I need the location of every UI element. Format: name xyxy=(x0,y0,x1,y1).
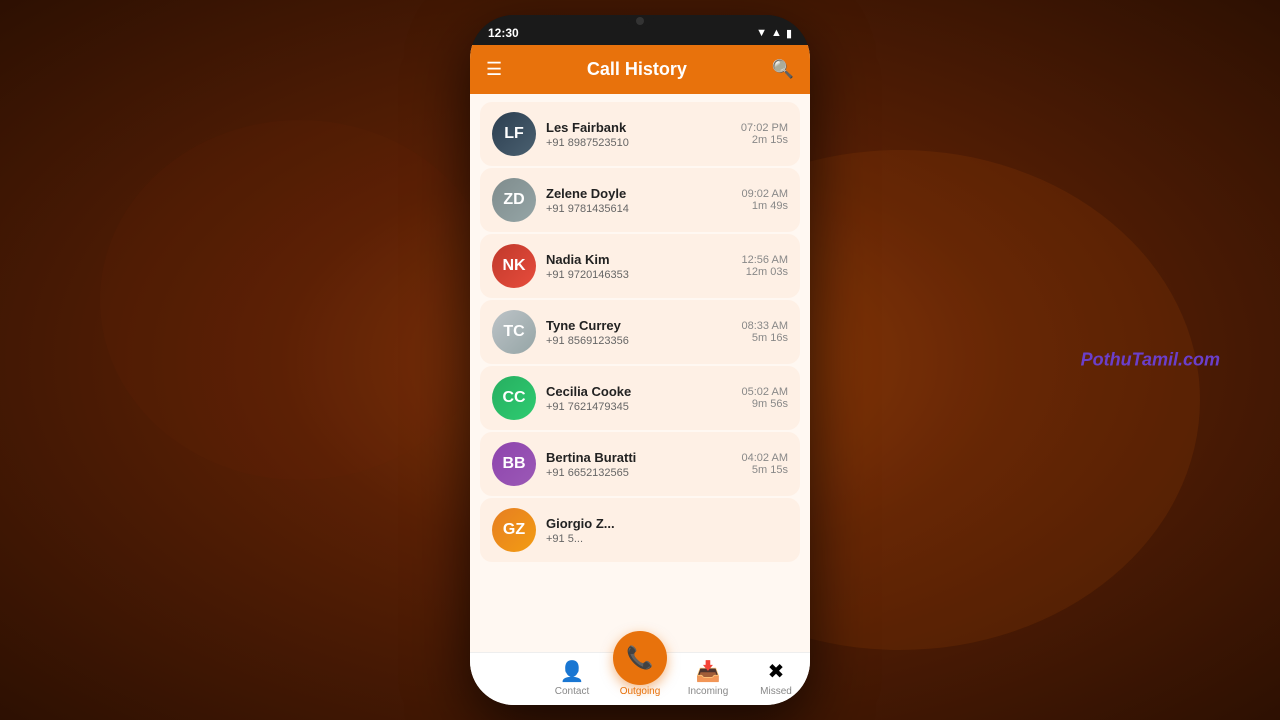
call-item[interactable]: TC Tyne Currey +91 8569123356 08:33 AM 5… xyxy=(480,300,800,364)
caller-number: +91 5... xyxy=(546,533,778,545)
app-header: ☰ Call History 🔍 xyxy=(470,45,810,94)
caller-name: Les Fairbank xyxy=(546,120,731,135)
caller-name: Bertina Buratti xyxy=(546,450,732,465)
call-duration: 12m 03s xyxy=(742,266,788,278)
page-title: Call History xyxy=(587,59,687,80)
call-item[interactable]: GZ Giorgio Z... +91 5... xyxy=(480,498,800,562)
call-meta: 09:02 AM 1m 49s xyxy=(742,188,788,212)
call-time: 04:02 AM xyxy=(742,452,788,464)
nav-item-incoming[interactable]: 📥 Incoming xyxy=(674,659,742,697)
signal-icon: ▲ xyxy=(771,27,782,39)
camera-dot xyxy=(636,17,644,25)
avatar-initials: LF xyxy=(492,112,536,156)
caller-name: Cecilia Cooke xyxy=(546,384,732,399)
avatar-initials: CC xyxy=(492,376,536,420)
caller-name: Tyne Currey xyxy=(546,318,732,333)
call-time: 05:02 AM xyxy=(742,386,788,398)
incoming-nav-icon: 📥 xyxy=(696,659,721,684)
contact-nav-icon: 👤 xyxy=(560,659,585,684)
call-duration: 2m 15s xyxy=(741,134,788,146)
status-icons: ▼ ▲ ▮ xyxy=(756,27,792,40)
outgoing-nav-label: Outgoing xyxy=(620,686,661,697)
caller-number: +91 7621479345 xyxy=(546,401,732,413)
call-item[interactable]: CC Cecilia Cooke +91 7621479345 05:02 AM… xyxy=(480,366,800,430)
app-content: ☰ Call History 🔍 LF Les Fairbank +91 898… xyxy=(470,45,810,705)
avatar: GZ xyxy=(492,508,536,552)
call-time: 09:02 AM xyxy=(742,188,788,200)
avatar: LF xyxy=(492,112,536,156)
watermark: PothuTamil.com xyxy=(1081,350,1220,371)
call-info: Giorgio Z... +91 5... xyxy=(546,516,778,545)
call-item[interactable]: ZD Zelene Doyle +91 9781435614 09:02 AM … xyxy=(480,168,800,232)
call-time: 07:02 PM xyxy=(741,122,788,134)
notch xyxy=(626,15,654,27)
call-info: Nadia Kim +91 9720146353 xyxy=(546,252,732,281)
call-meta: 05:02 AM 9m 56s xyxy=(742,386,788,410)
call-info: Tyne Currey +91 8569123356 xyxy=(546,318,732,347)
call-list: LF Les Fairbank +91 8987523510 07:02 PM … xyxy=(470,94,810,652)
avatar-initials: NK xyxy=(492,244,536,288)
caller-number: +91 9720146353 xyxy=(546,269,732,281)
missed-nav-icon: ✖ xyxy=(768,659,785,684)
call-meta: 04:02 AM 5m 15s xyxy=(742,452,788,476)
search-icon[interactable]: 🔍 xyxy=(772,59,794,80)
bottom-nav: 📞 👤 Contact 📤 Outgoing 📥 Incoming ✖ Miss… xyxy=(470,652,810,705)
caller-number: +91 8987523510 xyxy=(546,137,731,149)
avatar: BB xyxy=(492,442,536,486)
incoming-nav-label: Incoming xyxy=(688,686,729,697)
avatar-initials: GZ xyxy=(492,508,536,552)
call-item[interactable]: BB Bertina Buratti +91 6652132565 04:02 … xyxy=(480,432,800,496)
call-meta: 12:56 AM 12m 03s xyxy=(742,254,788,278)
nav-item-missed[interactable]: ✖ Missed xyxy=(742,659,810,697)
call-duration: 1m 49s xyxy=(742,200,788,212)
avatar-initials: ZD xyxy=(492,178,536,222)
wifi-icon: ▼ xyxy=(756,27,767,39)
caller-number: +91 8569123356 xyxy=(546,335,732,347)
call-info: Cecilia Cooke +91 7621479345 xyxy=(546,384,732,413)
fab-call-button[interactable]: 📞 xyxy=(613,631,667,685)
avatar-initials: TC xyxy=(492,310,536,354)
call-meta: 07:02 PM 2m 15s xyxy=(741,122,788,146)
call-duration: 9m 56s xyxy=(742,398,788,410)
caller-name: Giorgio Z... xyxy=(546,516,778,531)
caller-number: +91 6652132565 xyxy=(546,467,732,479)
call-duration: 5m 16s xyxy=(742,332,788,344)
caller-number: +91 9781435614 xyxy=(546,203,732,215)
menu-button[interactable]: ☰ xyxy=(486,59,502,80)
caller-name: Nadia Kim xyxy=(546,252,732,267)
call-time: 12:56 AM xyxy=(742,254,788,266)
call-info: Zelene Doyle +91 9781435614 xyxy=(546,186,732,215)
status-bar: 12:30 ▼ ▲ ▮ xyxy=(470,15,810,45)
avatar: ZD xyxy=(492,178,536,222)
contact-nav-label: Contact xyxy=(555,686,589,697)
phone-frame: 12:30 ▼ ▲ ▮ ☰ Call History 🔍 LF Les Fair… xyxy=(470,15,810,705)
call-item[interactable]: NK Nadia Kim +91 9720146353 12:56 AM 12m… xyxy=(480,234,800,298)
fab-container: 📞 xyxy=(613,631,667,685)
call-item[interactable]: LF Les Fairbank +91 8987523510 07:02 PM … xyxy=(480,102,800,166)
call-duration: 5m 15s xyxy=(742,464,788,476)
call-meta: 08:33 AM 5m 16s xyxy=(742,320,788,344)
call-info: Les Fairbank +91 8987523510 xyxy=(546,120,731,149)
call-info: Bertina Buratti +91 6652132565 xyxy=(546,450,732,479)
nav-item-contact[interactable]: 👤 Contact xyxy=(538,659,606,697)
caller-name: Zelene Doyle xyxy=(546,186,732,201)
battery-icon: ▮ xyxy=(786,27,792,40)
missed-nav-label: Missed xyxy=(760,686,792,697)
avatar-initials: BB xyxy=(492,442,536,486)
avatar: CC xyxy=(492,376,536,420)
avatar: TC xyxy=(492,310,536,354)
avatar: NK xyxy=(492,244,536,288)
call-time: 08:33 AM xyxy=(742,320,788,332)
status-time: 12:30 xyxy=(488,26,519,40)
